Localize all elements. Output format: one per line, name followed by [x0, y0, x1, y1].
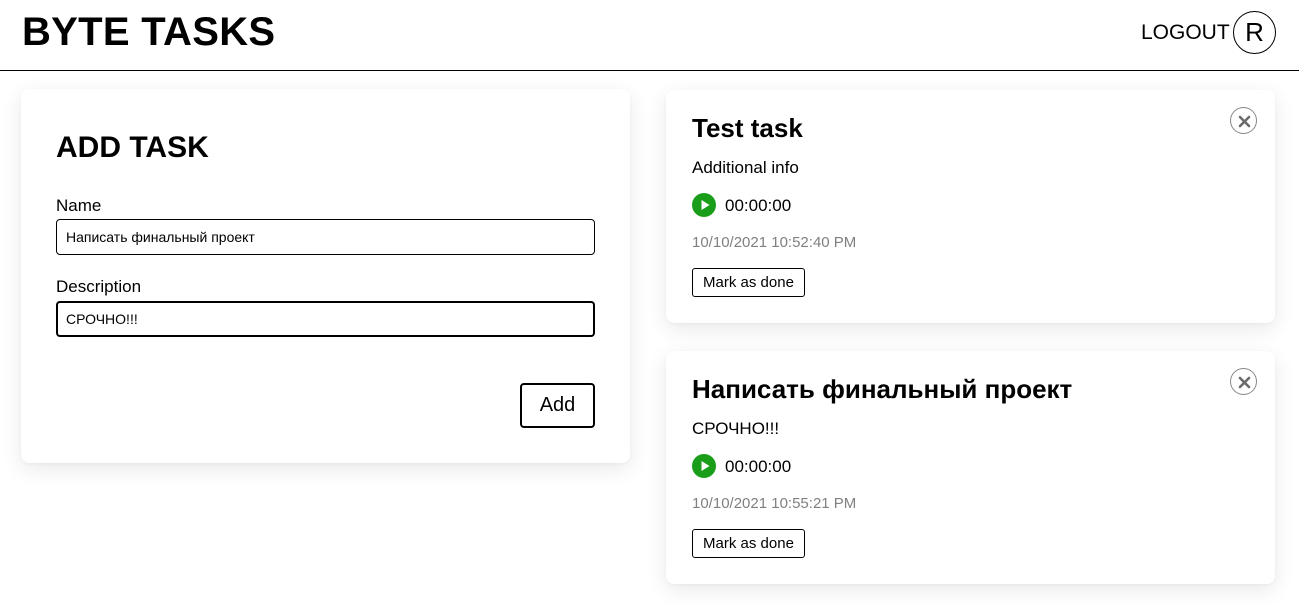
close-icon[interactable] [1230, 107, 1257, 134]
logout-link[interactable]: LOGOUT [1141, 22, 1230, 44]
user-avatar[interactable]: R [1233, 11, 1276, 54]
task-timer: 00:00:00 [725, 196, 792, 215]
name-label: Name [56, 196, 102, 215]
play-icon[interactable] [692, 454, 716, 478]
task-timer: 00:00:00 [725, 457, 792, 476]
add-task-panel: ADD TASK Name Description Add [21, 89, 630, 463]
description-input[interactable] [56, 301, 595, 337]
task-card: Test task Additional info 00:00:00 10/10… [666, 90, 1275, 323]
mark-done-button[interactable]: Mark as done [692, 529, 805, 558]
task-description: Additional info [692, 158, 799, 177]
task-date: 10/10/2021 10:55:21 PM [692, 495, 857, 512]
task-title: Написать финальный проект [692, 374, 1073, 404]
app-logo: BYTE TASKS [22, 10, 276, 54]
mark-done-button[interactable]: Mark as done [692, 268, 805, 297]
name-input[interactable] [56, 219, 595, 255]
description-label: Description [56, 277, 142, 296]
task-description: СРОЧНО!!! [692, 419, 780, 438]
app-header: BYTE TASKS LOGOUT R [0, 0, 1299, 71]
task-title: Test task [692, 113, 803, 143]
task-date: 10/10/2021 10:52:40 PM [692, 234, 857, 251]
add-button[interactable]: Add [520, 383, 595, 428]
play-icon[interactable] [692, 193, 716, 217]
task-card: Написать финальный проект СРОЧНО!!! 00:0… [666, 351, 1275, 584]
close-icon[interactable] [1230, 368, 1257, 395]
add-task-title: ADD TASK [56, 131, 209, 164]
